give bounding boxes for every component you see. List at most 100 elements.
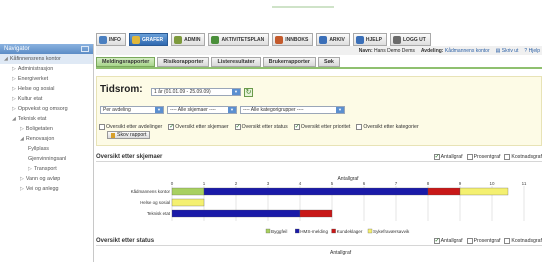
category-filter-select[interactable]: ---- Alle kategorigrupper ---- ▼ — [240, 106, 345, 114]
report-options: Oversikt etter avdelinger Oversikt etter … — [96, 123, 542, 130]
toolbar-button-aktivitetsplan[interactable]: AKTIVITETSPLAN — [208, 33, 270, 46]
status-overview-header: Oversikt etter status Antallgraf Prosentg… — [96, 236, 542, 246]
expand-icon[interactable]: ▷ — [12, 106, 16, 112]
checkbox[interactable] — [504, 153, 511, 160]
toolbar-button-label: AKTIVITETSPLAN — [221, 36, 265, 43]
tab-risikorapporter[interactable]: Risikorapporter — [157, 57, 210, 67]
checkbox[interactable] — [99, 124, 105, 130]
checkbox[interactable] — [356, 124, 363, 130]
collapse-arrow-icon[interactable]: ◢ — [4, 56, 8, 62]
tabs-underline — [96, 67, 542, 69]
expand-icon[interactable]: ▷ — [20, 186, 24, 192]
x-tick-label: 11 — [522, 181, 527, 186]
navigator-item[interactable]: ▷ Vann og avløp — [0, 174, 93, 184]
expand-icon[interactable]: ▷ — [12, 76, 16, 82]
checkbox-option[interactable]: Oversikt etter avdelinger — [99, 124, 162, 130]
refresh-icon[interactable]: ↻ — [244, 88, 253, 97]
checkbox-option[interactable]: Oversikt etter skjemaer — [168, 123, 229, 130]
expand-icon[interactable]: ▷ — [12, 66, 16, 72]
legend-label: Kundeklager — [337, 229, 363, 234]
department-filter-select[interactable]: Per avdeling ▼ — [100, 106, 164, 114]
toolbar-button-logg-ut[interactable]: LOGG UT — [390, 33, 431, 46]
navigator-item[interactable]: Gjenvinningsanl — [0, 154, 93, 164]
x-tick-label: 1 — [203, 181, 206, 186]
checkbox-option[interactable]: Antallgraf — [433, 237, 463, 244]
checkbox[interactable] — [466, 237, 473, 244]
tab-søk[interactable]: Søk — [317, 57, 340, 67]
checkbox-label: Prosentgraf — [473, 153, 501, 160]
checkbox[interactable] — [168, 123, 174, 130]
toolbar-button-grafer[interactable]: GRAFER — [128, 33, 169, 46]
department-info: Avdeling: Kådmannens kontor — [420, 47, 490, 54]
checkbox-option[interactable]: Kostnadsgraf — [504, 237, 542, 244]
form-filter-select[interactable]: ---- Alle skjemaer ---- ▼ — [167, 106, 237, 114]
tab-brukerrapporter[interactable]: Brukerrapporter — [262, 57, 316, 67]
expand-icon[interactable]: ▷ — [12, 86, 16, 92]
checkbox-option[interactable]: Antallgraf — [433, 153, 463, 160]
print-link[interactable]: ▤ Skriv ut — [496, 48, 519, 54]
navigator-item[interactable]: ▷ Helse og sosial — [0, 84, 93, 94]
x-tick-label: 5 — [331, 181, 334, 186]
navigator-item[interactable]: ▷ Energiverket — [0, 74, 93, 84]
toolbar-button-admin[interactable]: ADMIN — [171, 33, 206, 46]
checkbox-option[interactable]: Oversikt etter kategorier — [356, 124, 419, 130]
navigator-item[interactable]: ◢ Kåfinnensrens kontor — [0, 54, 93, 64]
navigator-item[interactable]: ▷ Kultur etat — [0, 94, 93, 104]
checkbox[interactable] — [504, 237, 511, 244]
navigator-item[interactable]: ◢ Teknisk etat — [0, 114, 93, 124]
collapse-icon[interactable] — [81, 46, 89, 52]
navigator-header: Navigator — [0, 44, 93, 54]
checkbox[interactable] — [433, 237, 440, 244]
navigator-item[interactable]: Fyllplass — [0, 144, 93, 154]
chevron-down-icon: ▼ — [336, 107, 344, 113]
checkbox-option[interactable]: Oversikt etter prioritet — [293, 123, 350, 130]
checkbox-option[interactable]: Prosentgraf — [466, 237, 500, 244]
checkbox-option[interactable]: Kostnadsgraf — [504, 153, 542, 160]
period-select[interactable]: 1 år (01.01.09 - 25.09.09) ▼ — [151, 88, 241, 96]
toolbar-button-arkiv[interactable]: ARKIV — [316, 33, 350, 46]
navigator-item[interactable]: ▷ Oppvekst og omsorg — [0, 104, 93, 114]
x-tick-label: 3 — [267, 181, 270, 186]
expand-icon[interactable]: ▷ — [20, 126, 24, 132]
graph-type-options: Antallgraf Prosentgraf Kostnadsgraf — [433, 153, 542, 160]
navigator-item[interactable]: ▷ Vei og anlegg — [0, 184, 93, 194]
period-title: Tidsrom: — [100, 84, 143, 95]
logout-icon — [393, 35, 401, 44]
toolbar-button-info[interactable]: INFO — [96, 33, 126, 46]
navigator-item[interactable]: ◢ Renovasjon — [0, 134, 93, 144]
chevron-down-icon: ▼ — [228, 107, 236, 113]
main-toolbar: INFO GRAFER ADMIN AKTIVITETSPLAN INNBOKS ARKI… — [96, 33, 431, 46]
chevron-down-icon: ▼ — [232, 89, 240, 95]
tab-listeresultater[interactable]: Listeresultater — [211, 57, 261, 67]
navigator-item[interactable]: ▷ Transport — [0, 164, 93, 174]
toolbar-button-hjelp[interactable]: HJELP — [352, 33, 387, 46]
checkbox-option[interactable]: Prosentgraf — [466, 153, 501, 160]
show-report-button[interactable]: Skov rapport — [107, 131, 151, 139]
checkbox[interactable] — [293, 123, 300, 130]
collapse-arrow-icon[interactable]: ◢ — [12, 116, 16, 122]
expand-icon[interactable]: ▷ — [20, 176, 24, 182]
checkbox-option[interactable]: Oversikt etter status — [234, 123, 288, 130]
navigator-panel: Navigator ◢ Kåfinnensrens kontor ▷ Administ… — [0, 44, 94, 262]
toolbar-button-innboks[interactable]: INNBOKS — [272, 33, 314, 46]
navigator-item[interactable]: ▷ Boligetaten — [0, 124, 93, 134]
navigator-item[interactable]: ▷ Administrasjon — [0, 64, 93, 74]
bar-chart: Antallgraf 0 1 2 3 4 5 6 7 8 9 10 11 Kådmannens konto… — [131, 176, 527, 234]
navigator-item-label: Oppvekst og omsorg — [17, 106, 68, 112]
help-link[interactable]: ? Hjelp — [524, 48, 540, 54]
navigator-title: Navigator — [4, 46, 30, 52]
archive-icon — [319, 35, 328, 44]
navigator-item-label: Transport — [33, 166, 57, 172]
expand-icon[interactable]: ▷ — [28, 166, 32, 172]
navigator-item-label: Fyllplass — [28, 146, 49, 152]
toolbar-button-label: ADMIN — [184, 36, 201, 43]
checkbox[interactable] — [234, 123, 241, 130]
checkbox[interactable] — [466, 153, 473, 160]
checkbox[interactable] — [433, 153, 440, 160]
x-tick-label: 4 — [299, 181, 302, 186]
collapse-arrow-icon[interactable]: ◢ — [20, 136, 24, 142]
print-icon: ▤ — [495, 47, 501, 54]
expand-icon[interactable]: ▷ — [12, 96, 16, 102]
tab-meldingsrapporter[interactable]: Meldingsrapporter — [96, 57, 156, 67]
section-title: Oversikt etter skjemaer — [96, 153, 163, 160]
